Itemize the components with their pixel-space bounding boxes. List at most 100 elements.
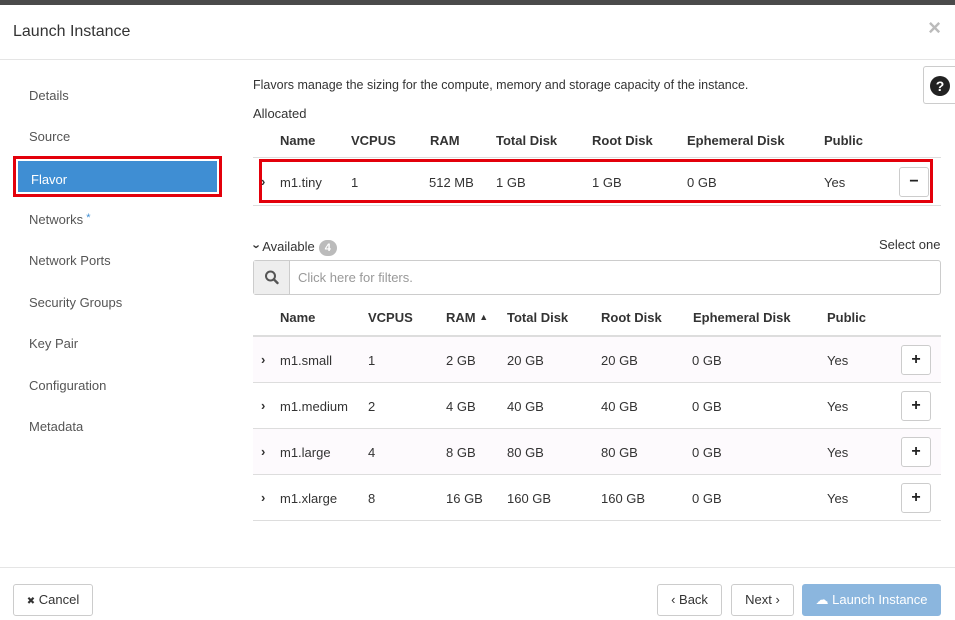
required-asterisk-icon: * — [86, 212, 91, 224]
column-header-total-disk[interactable]: Total Disk — [496, 133, 557, 148]
modal-footer: ✖ Cancel ‹ Back Next › ☁ Launch Instance — [0, 567, 955, 620]
sidebar-item-flavor[interactable]: Flavor — [13, 156, 222, 197]
sidebar-item-metadata[interactable]: Metadata — [29, 419, 83, 434]
cell-name: m1.medium — [280, 399, 348, 414]
cell-ram: 8 GB — [446, 445, 476, 460]
sidebar-item-network-ports[interactable]: Network Ports — [29, 253, 111, 268]
cell-name: m1.small — [280, 353, 333, 368]
sidebar-item-source[interactable]: Source — [29, 129, 70, 144]
cell-root-disk: 160 GB — [601, 491, 646, 506]
cell-vcpus: 1 — [351, 175, 359, 190]
cell-total-disk: 160 GB — [507, 491, 552, 506]
cell-ephemeral-disk: 0 GB — [692, 353, 722, 368]
sidebar-item-label: Networks — [29, 212, 84, 227]
column-header-name[interactable]: Name — [280, 133, 315, 148]
cell-total-disk: 1 GB — [496, 175, 526, 190]
button-label: Cancel — [38, 592, 80, 607]
close-icon[interactable]: × — [928, 17, 941, 39]
divider — [253, 205, 941, 206]
select-hint: Select one — [879, 237, 941, 252]
search-icon — [254, 261, 290, 294]
sidebar-item-key-pair[interactable]: Key Pair — [29, 336, 78, 351]
available-toggle[interactable]: › Available 4 — [250, 239, 337, 256]
cell-total-disk: 80 GB — [507, 445, 544, 460]
divider — [253, 382, 941, 383]
chevron-right-icon: › — [775, 592, 780, 607]
column-header-root-disk[interactable]: Root Disk — [592, 133, 653, 148]
modal-header: Launch Instance × — [0, 5, 955, 60]
chevron-right-icon[interactable]: › — [261, 444, 265, 459]
sidebar-item-configuration[interactable]: Configuration — [29, 378, 106, 393]
sidebar-item-details[interactable]: Details — [29, 88, 69, 103]
deallocate-button[interactable]: − — [899, 167, 929, 197]
cell-ram: 4 GB — [446, 399, 476, 414]
cell-ram: 16 GB — [446, 491, 483, 506]
cell-root-disk: 40 GB — [601, 399, 638, 414]
chevron-right-icon[interactable]: › — [261, 352, 265, 367]
column-header-public[interactable]: Public — [827, 310, 866, 325]
chevron-right-icon[interactable]: › — [261, 490, 265, 505]
allocate-button[interactable]: + — [901, 345, 931, 375]
cell-vcpus: 1 — [368, 353, 376, 368]
divider — [253, 520, 941, 521]
cell-vcpus: 4 — [368, 445, 376, 460]
chevron-down-icon: › — [249, 244, 265, 249]
help-button[interactable]: ? — [923, 66, 955, 104]
button-label: Launch Instance — [832, 592, 928, 607]
column-header-ephemeral-disk[interactable]: Ephemeral Disk — [687, 133, 785, 148]
allocate-button[interactable]: + — [901, 483, 931, 513]
cell-ram: 512 MB — [429, 175, 474, 190]
question-circle-icon: ? — [930, 76, 950, 96]
chevron-left-icon: ‹ — [671, 592, 676, 607]
cell-vcpus: 2 — [368, 399, 376, 414]
allocated-heading: Allocated — [253, 106, 307, 121]
available-heading: Available — [262, 239, 315, 254]
sidebar-item-networks[interactable]: Networks * — [29, 212, 90, 227]
cell-public: Yes — [827, 491, 849, 506]
cell-name: m1.tiny — [280, 175, 322, 190]
cloud-upload-icon: ☁ — [815, 592, 829, 607]
chevron-right-icon[interactable]: › — [261, 174, 265, 189]
back-button[interactable]: ‹ Back — [657, 584, 722, 616]
sidebar-item-label: Flavor — [31, 172, 68, 187]
cell-root-disk: 20 GB — [601, 353, 638, 368]
column-header-public[interactable]: Public — [824, 133, 863, 148]
next-button[interactable]: Next › — [731, 584, 794, 616]
cell-name: m1.xlarge — [280, 491, 338, 506]
available-count-badge: 4 — [318, 239, 337, 256]
sidebar-item-security-groups[interactable]: Security Groups — [29, 295, 122, 310]
cell-public: Yes — [827, 445, 849, 460]
column-header-name[interactable]: Name — [280, 310, 315, 325]
cell-name: m1.large — [280, 445, 331, 460]
launch-instance-button[interactable]: ☁ Launch Instance — [802, 584, 941, 616]
column-header-ephemeral-disk[interactable]: Ephemeral Disk — [693, 310, 791, 325]
cell-ram: 2 GB — [446, 353, 476, 368]
cell-ephemeral-disk: 0 GB — [692, 399, 722, 414]
close-icon: ✖ — [26, 596, 36, 607]
column-header-vcpus[interactable]: VCPUS — [351, 133, 396, 148]
sort-ascending-icon: ▲ — [479, 312, 489, 322]
column-header-total-disk[interactable]: Total Disk — [507, 310, 568, 325]
flavor-description: Flavors manage the sizing for the comput… — [253, 78, 749, 92]
allocate-button[interactable]: + — [901, 437, 931, 467]
cell-public: Yes — [827, 353, 849, 368]
cell-root-disk: 1 GB — [592, 175, 622, 190]
search-input[interactable]: Click here for filters. — [298, 270, 413, 285]
modal-title: Launch Instance — [13, 23, 131, 40]
chevron-right-icon[interactable]: › — [261, 398, 265, 413]
allocate-button[interactable]: + — [901, 391, 931, 421]
button-label: Next — [745, 592, 772, 607]
cell-public: Yes — [827, 399, 849, 414]
button-label: Back — [679, 592, 708, 607]
cell-vcpus: 8 — [368, 491, 376, 506]
cell-ephemeral-disk: 0 GB — [692, 445, 722, 460]
column-header-ram[interactable]: RAM ▲ — [446, 310, 488, 325]
cell-total-disk: 40 GB — [507, 399, 544, 414]
cancel-button[interactable]: ✖ Cancel — [13, 584, 93, 616]
filter-bar[interactable]: Click here for filters. — [253, 260, 941, 295]
column-header-root-disk[interactable]: Root Disk — [601, 310, 662, 325]
cell-ephemeral-disk: 0 GB — [687, 175, 717, 190]
column-header-vcpus[interactable]: VCPUS — [368, 310, 413, 325]
cell-public: Yes — [824, 175, 846, 190]
column-header-ram[interactable]: RAM — [430, 133, 460, 148]
